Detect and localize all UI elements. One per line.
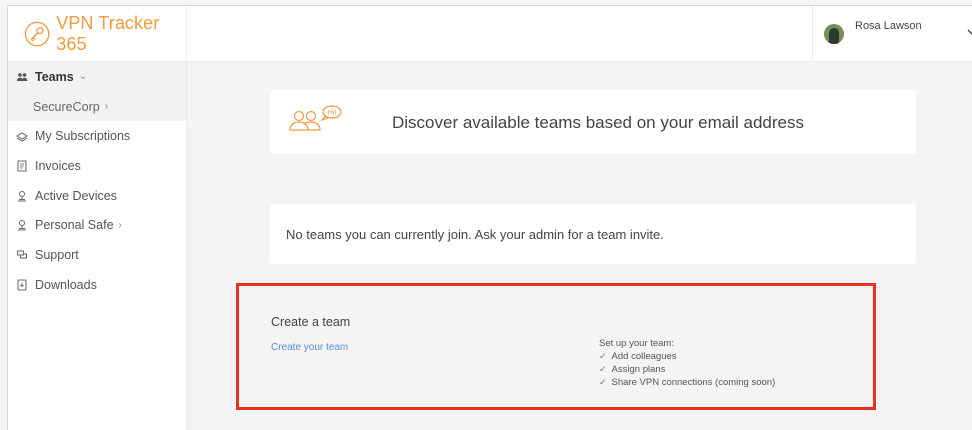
check-icon: ✓ — [599, 364, 607, 374]
downloads-icon — [16, 279, 28, 291]
setup-item: ✓ Add colleagues — [599, 350, 775, 363]
key-logo-icon — [24, 21, 50, 46]
brand-name: VPN Tracker 365 — [56, 12, 160, 54]
safe-icon — [16, 219, 28, 231]
user-name: Rosa Lawson — [855, 20, 922, 32]
sidebar-item-invoices[interactable]: Invoices — [8, 151, 186, 181]
sidebar-item-label: SecureCorp — [33, 99, 100, 114]
discover-teams-text: Discover available teams based on your e… — [392, 113, 804, 132]
sidebar-item-label: Active Devices — [35, 188, 117, 203]
invoices-icon — [16, 160, 28, 172]
check-icon: ✓ — [599, 377, 607, 387]
sidebar-item-downloads[interactable]: Downloads — [8, 270, 186, 300]
no-teams-message: No teams you can currently join. Ask you… — [286, 227, 664, 242]
setup-item-label: Share VPN connections (coming soon) — [611, 377, 776, 388]
sidebar-nav: Teams ⌄ SecureCorp › My Subscriptions In… — [8, 62, 186, 300]
setup-item: ✓ Assign plans — [599, 363, 775, 376]
brand-logo[interactable]: VPN Tracker 365 — [8, 6, 186, 62]
sidebar: VPN Tracker 365 Teams ⌄ SecureCorp › My … — [8, 6, 187, 430]
subscriptions-icon — [16, 130, 28, 142]
user-menu[interactable]: Rosa Lawson — [812, 6, 972, 62]
create-team-content: Create a team Create your team Set up yo… — [239, 286, 873, 407]
create-team-card: Create a team Create your team Set up yo… — [236, 283, 876, 410]
sidebar-item-teams[interactable]: Teams ⌄ — [8, 62, 186, 92]
devices-icon — [16, 190, 28, 202]
sidebar-item-label: Teams — [35, 69, 74, 84]
top-bar: Rosa Lawson — [187, 6, 972, 62]
team-icon — [16, 71, 28, 83]
setup-item-label: Add colleagues — [611, 351, 677, 362]
setup-list: Set up your team: ✓ Add colleagues ✓ Ass… — [599, 337, 775, 389]
sidebar-item-support[interactable]: Support — [8, 240, 186, 270]
avatar — [824, 24, 844, 44]
no-teams-card: No teams you can currently join. Ask you… — [270, 204, 916, 264]
sidebar-item-personal-safe[interactable]: Personal Safe › — [8, 210, 186, 240]
sidebar-item-label: Invoices — [35, 158, 81, 173]
chevron-down-icon[interactable] — [966, 26, 972, 38]
people-chat-icon: Hi! — [289, 105, 342, 131]
discover-teams-card[interactable]: Hi! Discover available teams based on yo… — [270, 90, 916, 154]
sidebar-item-securecorp[interactable]: SecureCorp › — [8, 91, 186, 122]
create-team-title: Create a team — [271, 315, 351, 329]
chevron-right-icon: › — [118, 219, 122, 231]
chevron-right-icon: › — [104, 101, 109, 113]
sidebar-item-subscriptions[interactable]: My Subscriptions — [8, 121, 186, 151]
setup-item-label: Assign plans — [611, 364, 666, 375]
sidebar-item-active-devices[interactable]: Active Devices — [8, 181, 186, 211]
setup-title: Set up your team: — [599, 338, 674, 349]
create-team-link[interactable]: Create your team — [271, 342, 348, 353]
check-icon: ✓ — [599, 351, 607, 361]
chevron-down-icon: ⌄ — [78, 71, 88, 83]
hi-bubble-text: Hi! — [328, 110, 337, 117]
sidebar-item-label: My Subscriptions — [35, 129, 131, 144]
sidebar-item-label: Personal Safe — [35, 218, 114, 233]
sidebar-item-label: Downloads — [35, 277, 97, 292]
setup-item: ✓ Share VPN connections (coming soon) — [599, 376, 775, 389]
sidebar-item-label: Support — [35, 247, 79, 262]
support-icon — [16, 249, 28, 261]
